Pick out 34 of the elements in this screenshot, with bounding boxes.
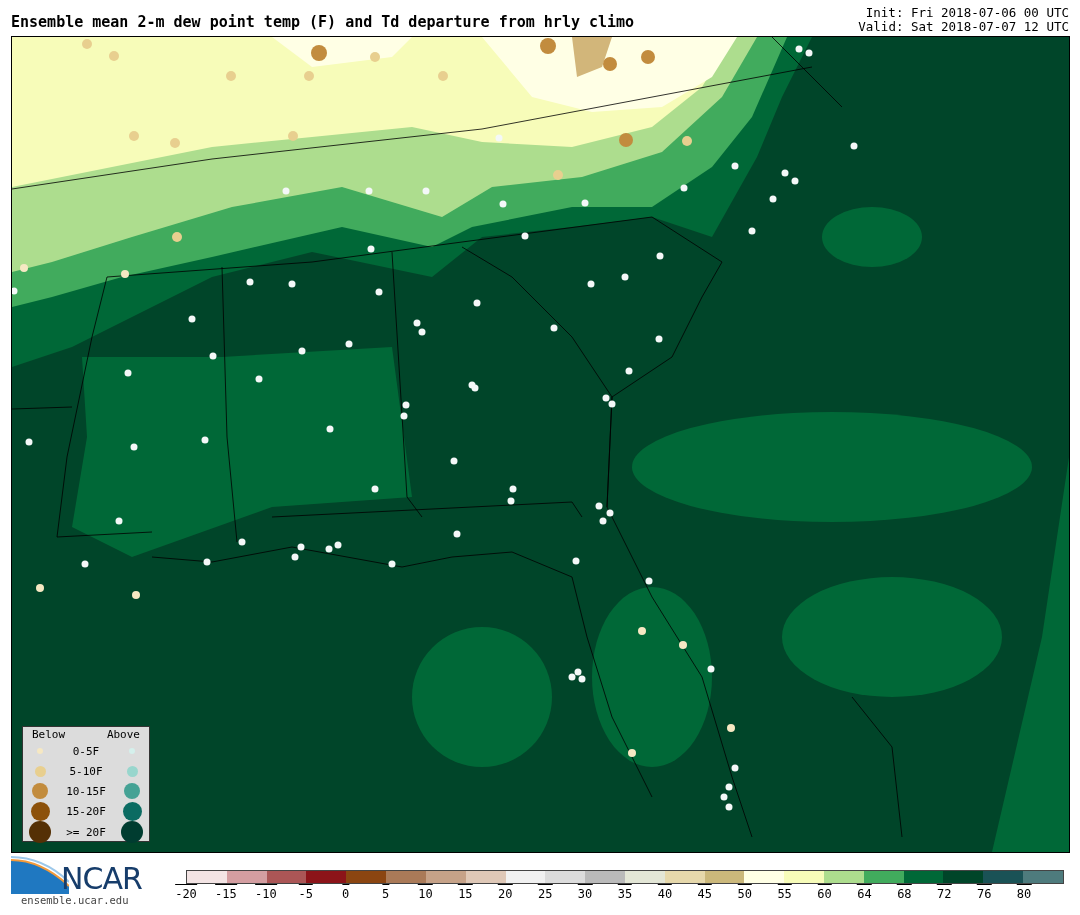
legend-label: 15-20F	[66, 804, 106, 818]
scale-tick-label: 0	[342, 884, 350, 903]
chart-title: Ensemble mean 2-m dew point temp (F) and Td departure from hrly climo	[11, 13, 635, 33]
scale-tick-label: 40	[657, 884, 673, 903]
scale-tick-label: 35	[617, 884, 633, 903]
scale-tick-label: 45	[697, 884, 713, 903]
scale-tick-label: 25	[537, 884, 553, 903]
valid-time: Valid: Sat 2018-07-07 12 UTC	[858, 20, 1069, 34]
scale-tick-label: 72	[937, 884, 952, 903]
scale-tick-label: 68	[897, 884, 912, 903]
scale-tick-label: 64	[857, 884, 872, 903]
scale-tick-label: -10	[254, 884, 277, 903]
legend-header: Above	[106, 729, 140, 741]
scale-tick-label: 76	[976, 884, 992, 903]
scale-tick-label: 20	[498, 884, 513, 903]
logo-text: NCAR	[61, 864, 142, 894]
scale-tick-label: 10	[418, 884, 433, 903]
legend-label: >= 20F	[66, 825, 106, 839]
website-url: ensemble.ucar.edu	[21, 894, 130, 906]
legend-label: 0-5F	[72, 744, 100, 758]
scale-tick-label: 15	[458, 884, 473, 903]
scale-tick-label: 50	[737, 884, 752, 903]
init-time: Init: Fri 2018-07-06 00 UTC	[865, 6, 1069, 20]
legend-label: 10-15F	[66, 784, 106, 798]
scale-tick-label: -15	[215, 884, 237, 903]
scale-tick-label: -20	[175, 884, 197, 903]
scale-tick-label: 30	[577, 884, 593, 903]
scale-tick-label: 60	[817, 884, 832, 903]
scale-tick-label: 5	[381, 884, 390, 903]
legend-label: 5-10F	[69, 764, 103, 778]
scale-tick-label: 80	[1016, 884, 1032, 903]
scale-tick-label: -5	[298, 884, 313, 903]
scale-tick-label: 55	[777, 884, 792, 903]
legend-header: Below	[32, 729, 66, 741]
